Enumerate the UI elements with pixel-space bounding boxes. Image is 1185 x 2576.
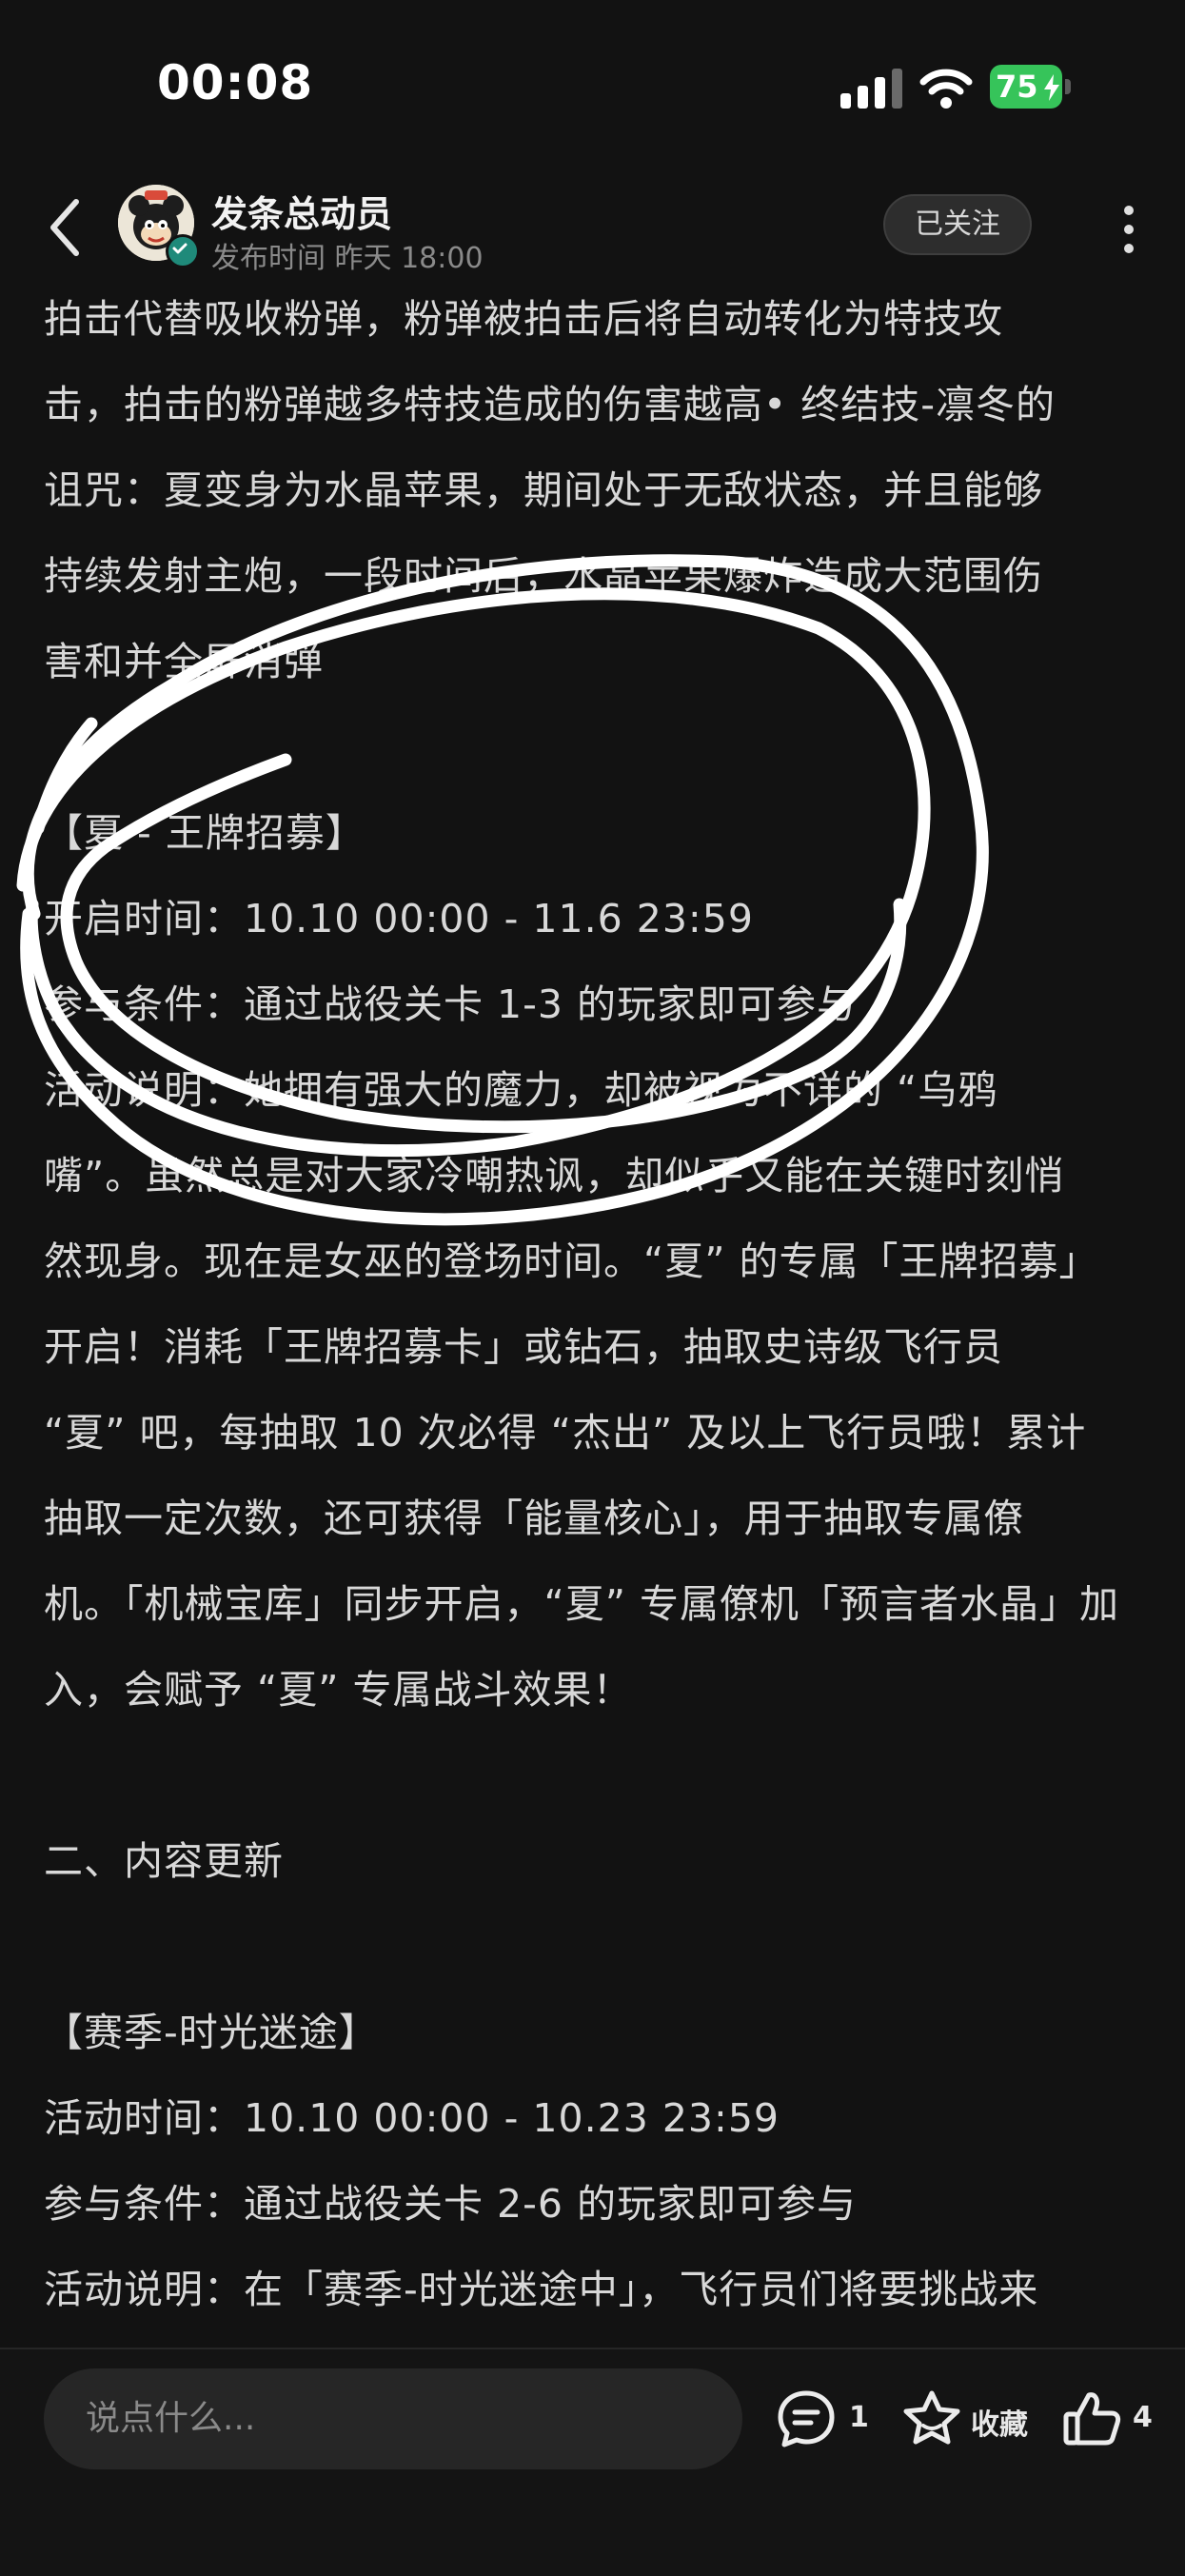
- like-button[interactable]: 4: [1060, 2388, 1155, 2450]
- article-line: 拍击代替吸收粉弹，粉弹被拍击后将自动转化为特技攻: [44, 296, 1003, 342]
- comment-input[interactable]: 说点什么...: [44, 2368, 742, 2469]
- favorite-button[interactable]: 收藏: [900, 2388, 1034, 2450]
- like-count: 4: [1133, 2401, 1153, 2434]
- comment-count: 1: [849, 2401, 869, 2434]
- battery-percent: 75: [996, 69, 1038, 105]
- author-name[interactable]: 发条总动员: [211, 185, 392, 237]
- article-line: 参与条件：通过战役关卡 2-6 的玩家即可参与: [44, 2181, 858, 2227]
- status-bar: 00:08 75: [0, 0, 1185, 171]
- article-line: [44, 704, 1148, 790]
- thumbs-up-icon: [1063, 2392, 1121, 2446]
- article-line: “夏” 吧，每抽取 10 次必得 “杰出” 及以上飞行员哦！累计: [44, 1410, 1087, 1456]
- charging-bolt-icon: [1044, 74, 1059, 101]
- star-icon: [903, 2390, 960, 2445]
- comment-button[interactable]: 1: [775, 2388, 870, 2450]
- article-line: 开启时间：10.10 00:00 - 11.6 23:59: [44, 896, 754, 941]
- article-line: 入，会赋予 “夏” 专属战斗效果！: [44, 1667, 633, 1713]
- check-icon: [172, 243, 188, 254]
- article-line: 开启！消耗「王牌招募卡」或钻石，抽取史诗级飞行员: [44, 1324, 1003, 1370]
- section-heading: 二、内容更新: [44, 1838, 284, 1884]
- favorite-label: 收藏: [971, 2408, 1028, 2442]
- follow-button[interactable]: 已关注: [883, 194, 1032, 255]
- article-line: 嘴”。虽然总是对大家冷嘲热讽，却似乎又能在关键时刻悄: [44, 1153, 1065, 1199]
- article-line: 活动时间：10.10 00:00 - 10.23 23:59: [44, 2095, 780, 2141]
- verified-badge-icon: [166, 234, 200, 268]
- article-body: 拍击代替吸收粉弹，粉弹被拍击后将自动转化为特技攻 击，拍击的粉弹越多特技造成的伤…: [0, 276, 1185, 2351]
- post-time: 发布时间 昨天 18:00: [211, 242, 484, 275]
- article-line: 持续发射主炮，一段时间后，水晶苹果爆炸造成大范围伤: [44, 553, 1043, 599]
- wifi-icon: [919, 69, 973, 109]
- more-vertical-icon[interactable]: [1110, 202, 1148, 255]
- battery-charging-icon: 75: [990, 65, 1072, 109]
- comment-icon: [778, 2390, 835, 2447]
- article-line: 然现身。现在是女巫的登场时间。“夏” 的专属「王牌招募」: [44, 1238, 1099, 1284]
- article-line: 抽取一定次数，还可获得「能量核心」，用于抽取专属僚: [44, 1496, 1024, 1541]
- article-line: 击，拍击的粉弹越多特技造成的伤害越高• 终结技-凛冬的: [44, 382, 1057, 427]
- article-line: 活动说明：她拥有强大的魔力，却被视为不详的 “乌鸦: [44, 1067, 998, 1113]
- cellular-signal-icon: [840, 69, 902, 109]
- section-heading: 【赛季-时光迷途】: [44, 2010, 379, 2055]
- status-time: 00:08: [157, 55, 314, 110]
- section-heading: 【夏 - 王牌招募】: [44, 810, 365, 856]
- article-line: 机。「机械宝库」同步开启，“夏” 专属僚机「预言者水晶」加: [44, 1581, 1120, 1627]
- post-header: 发条总动员 发布时间 昨天 18:00 已关注: [0, 171, 1185, 286]
- article-line: 参与条件：通过战役关卡 1-3 的玩家即可参与: [44, 981, 858, 1027]
- article-line: [44, 1904, 1148, 1990]
- comment-placeholder: 说点什么...: [86, 2399, 256, 2438]
- article-line: 诅咒：夏变身为水晶苹果，期间处于无敌状态，并且能够: [44, 467, 1043, 513]
- back-arrow-icon[interactable]: [42, 196, 91, 259]
- bottom-action-bar: 说点什么... 1 收藏 4: [0, 2348, 1185, 2576]
- article-line: [44, 1733, 1148, 1818]
- article-line: 害和并全屏消弹: [44, 639, 324, 684]
- article-line: 活动说明：在「赛季-时光迷途中」，飞行员们将要挑战来: [44, 2267, 1039, 2312]
- post-screen: 00:08 75 发条总动员 发布时间 昨天 18:00 已关注 拍击代替吸收粉…: [0, 0, 1185, 2576]
- battery-cap: [1065, 79, 1071, 94]
